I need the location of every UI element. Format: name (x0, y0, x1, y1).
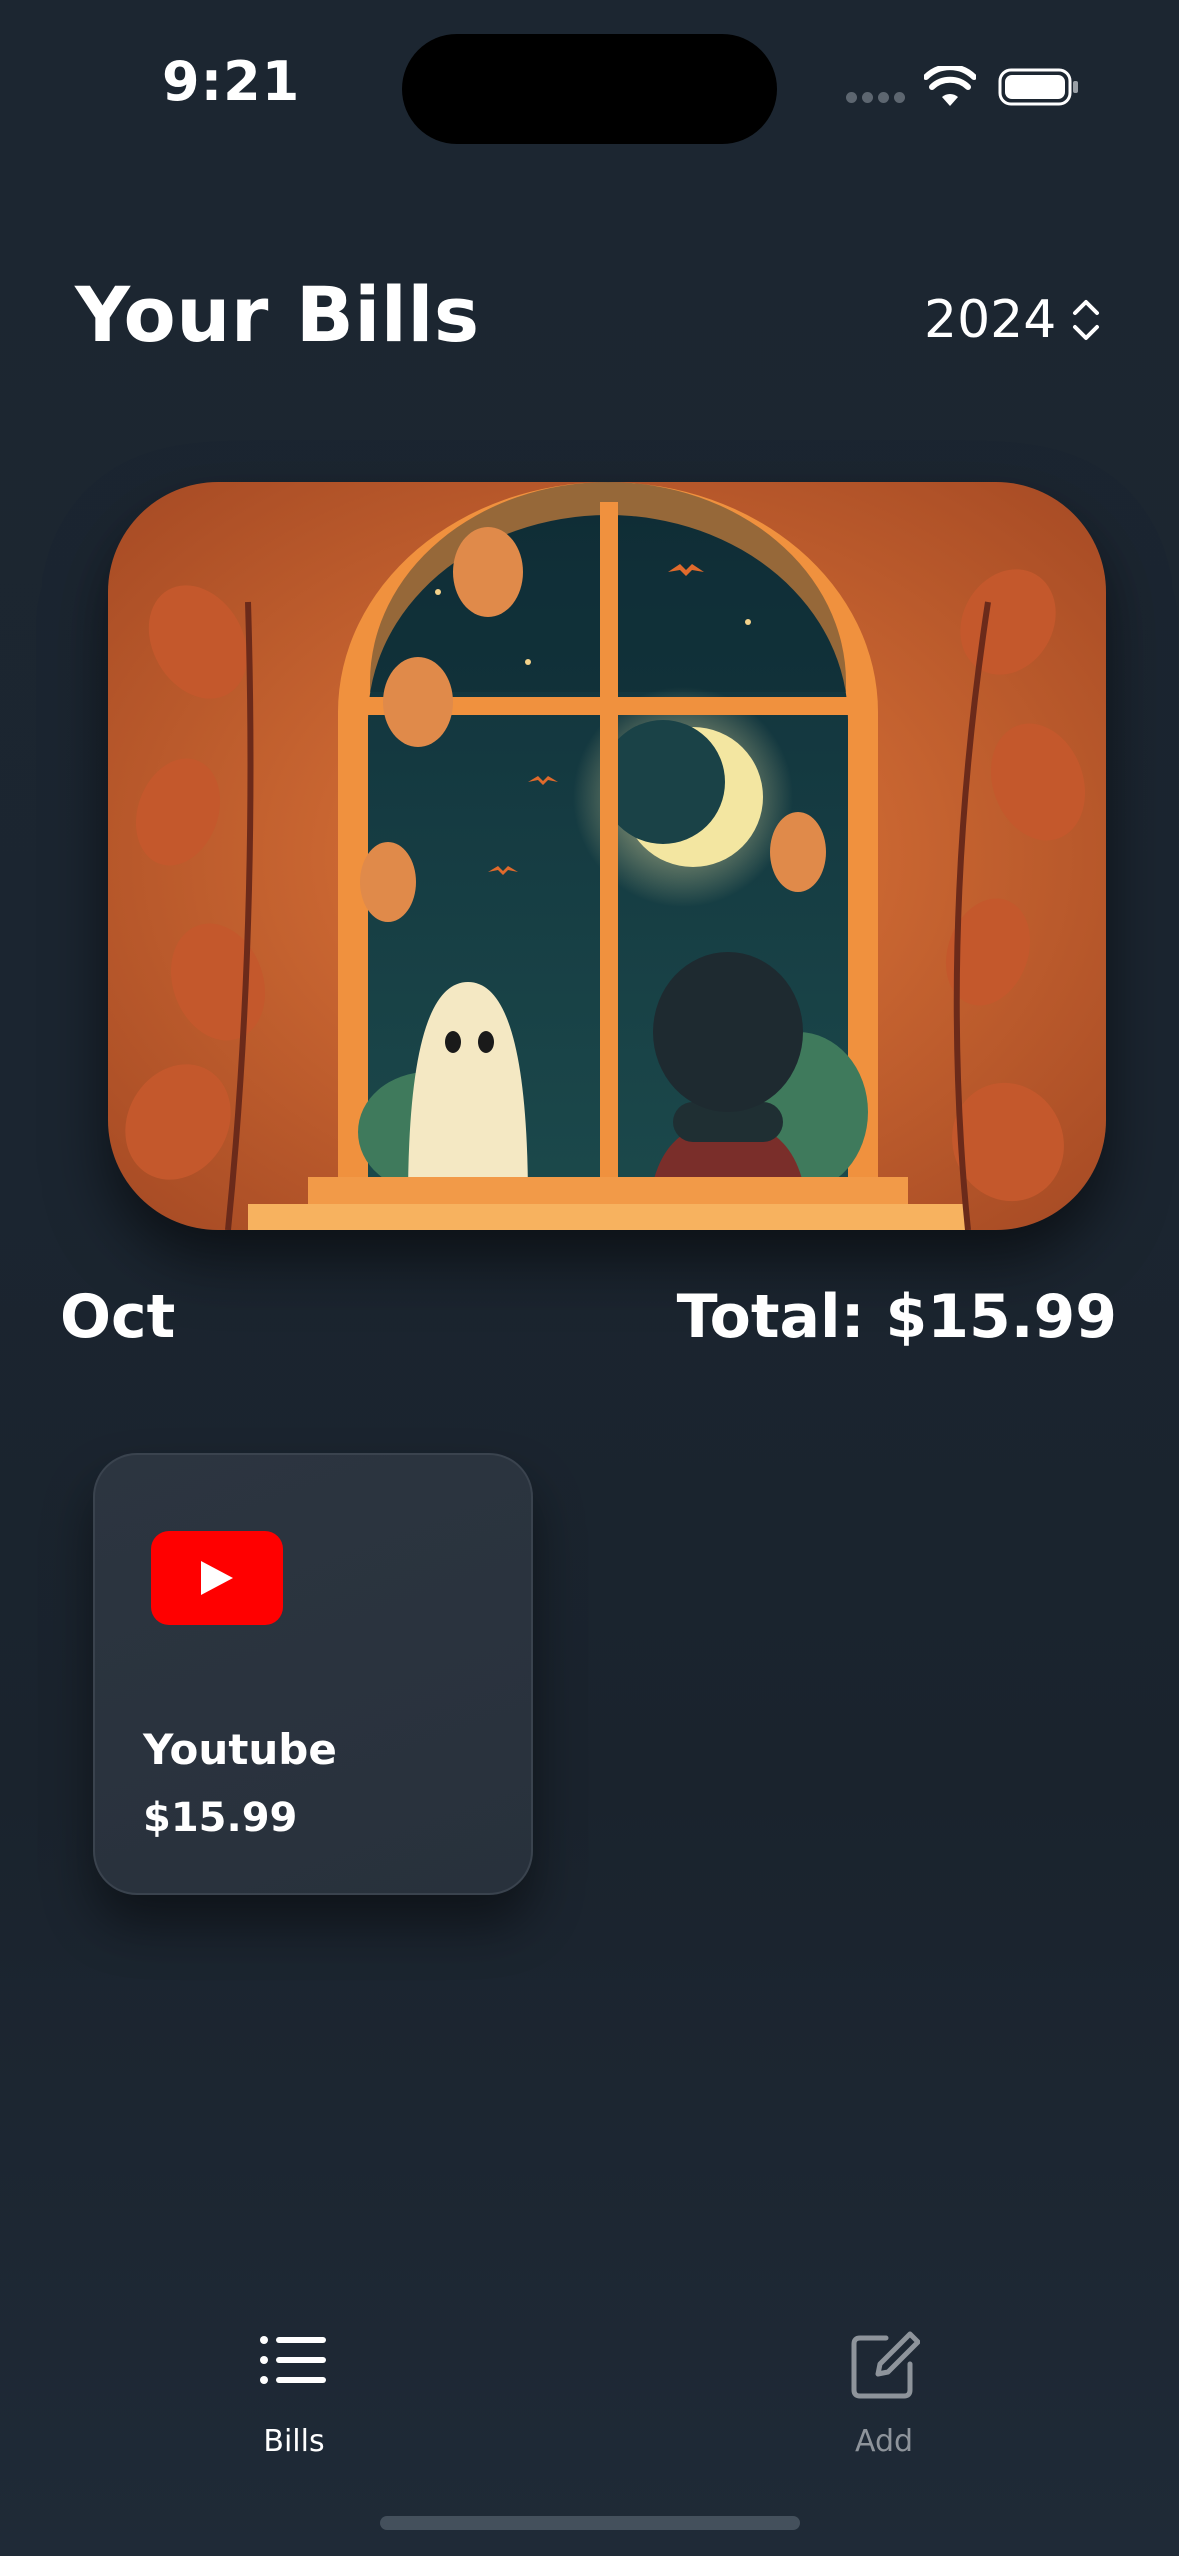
year-picker[interactable]: 2024 (924, 285, 1104, 355)
total-label: Total: $15.99 (676, 1282, 1117, 1352)
bill-name: Youtube (143, 1725, 337, 1774)
bill-card-youtube[interactable]: Youtube $15.99 (93, 1453, 533, 1895)
page-title: Your Bills (75, 270, 480, 359)
halloween-window-illustration (108, 482, 1106, 1230)
cellular-signal-icon (846, 92, 906, 104)
dynamic-island (402, 34, 777, 144)
tab-add[interactable]: Add (764, 2330, 1004, 2480)
list-icon (260, 2336, 326, 2384)
status-time: 9:21 (162, 50, 301, 113)
wifi-icon (924, 66, 976, 106)
youtube-logo-icon (151, 1531, 283, 1625)
tab-bar: Bills Add (0, 2300, 1179, 2500)
battery-icon (998, 68, 1078, 106)
status-bar: 9:21 (0, 0, 1179, 180)
home-indicator[interactable] (380, 2516, 800, 2530)
year-label: 2024 (924, 290, 1057, 350)
month-banner-image (108, 482, 1106, 1230)
bill-amount: $15.99 (143, 1795, 298, 1841)
tab-bills-label: Bills (263, 2424, 325, 2459)
tab-bills[interactable]: Bills (174, 2330, 414, 2480)
month-label: Oct (60, 1282, 176, 1352)
tab-add-label: Add (854, 2424, 914, 2459)
compose-icon (851, 2331, 920, 2399)
chevron-up-down-icon (1073, 300, 1100, 340)
